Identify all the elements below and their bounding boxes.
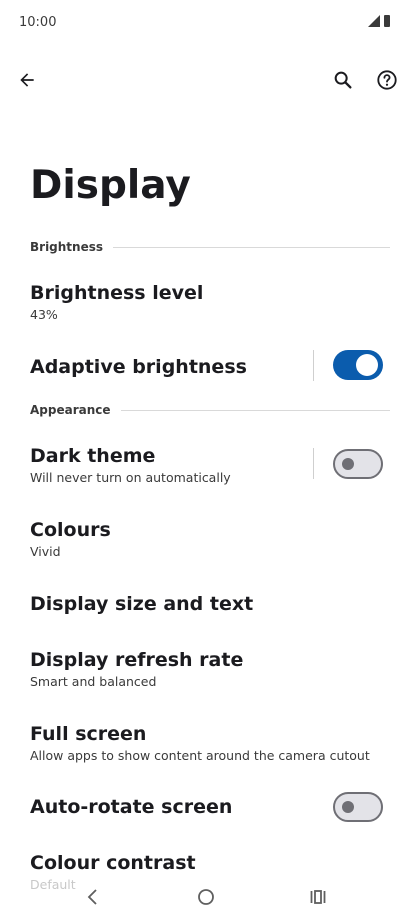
section-header-brightness: Brightness xyxy=(30,239,390,255)
nav-back-button[interactable] xyxy=(73,884,113,910)
recents-icon xyxy=(310,890,326,904)
setting-title: Brightness level xyxy=(30,282,204,304)
row-divider xyxy=(313,350,314,381)
setting-brightness-level[interactable]: Brightness level 43% xyxy=(0,270,413,330)
row-divider xyxy=(313,448,314,479)
setting-title: Colours xyxy=(30,519,111,541)
setting-title: Auto-rotate screen xyxy=(30,796,233,818)
help-button[interactable] xyxy=(365,56,409,104)
setting-summary: Will never turn on automatically xyxy=(30,470,231,485)
setting-refresh-rate[interactable]: Display refresh rate Smart and balanced xyxy=(0,637,413,697)
status-bar: 10:00 xyxy=(0,0,413,46)
setting-display-size[interactable]: Display size and text xyxy=(0,580,413,630)
battery-icon xyxy=(384,15,390,27)
section-header-appearance: Appearance xyxy=(30,402,390,418)
setting-full-screen[interactable]: Full screen Allow apps to show content a… xyxy=(0,711,413,771)
top-app-bar xyxy=(0,56,413,104)
search-icon xyxy=(334,71,352,89)
setting-title: Colour contrast xyxy=(30,852,196,874)
status-icons xyxy=(368,15,390,27)
adaptive-brightness-toggle[interactable] xyxy=(333,350,383,380)
setting-dark-theme[interactable]: Dark theme Will never turn on automatica… xyxy=(0,433,413,497)
dark-theme-toggle[interactable] xyxy=(333,449,383,479)
setting-colours[interactable]: Colours Vivid xyxy=(0,507,413,567)
section-label: Brightness xyxy=(30,240,104,254)
nav-home-button[interactable] xyxy=(186,884,226,910)
status-time: 10:00 xyxy=(19,15,57,30)
toggle-thumb xyxy=(342,801,354,813)
setting-adaptive-brightness[interactable]: Adaptive brightness xyxy=(0,340,413,394)
navigation-bar xyxy=(0,878,413,920)
setting-value: Smart and balanced xyxy=(30,674,157,689)
toggle-thumb xyxy=(356,354,378,376)
setting-value: 43% xyxy=(30,307,58,322)
setting-value: Vivid xyxy=(30,544,61,559)
nav-back-icon xyxy=(87,889,97,905)
page-title: Display xyxy=(30,163,191,208)
setting-title: Dark theme xyxy=(30,445,156,467)
home-icon xyxy=(198,889,214,905)
help-icon xyxy=(377,70,397,90)
setting-summary: Allow apps to show content around the ca… xyxy=(30,748,370,763)
setting-title: Adaptive brightness xyxy=(30,356,247,378)
setting-title: Display refresh rate xyxy=(30,649,244,671)
setting-title: Display size and text xyxy=(30,593,254,615)
toggle-thumb xyxy=(342,458,354,470)
auto-rotate-toggle[interactable] xyxy=(333,792,383,822)
nav-recents-button[interactable] xyxy=(298,884,338,910)
search-button[interactable] xyxy=(321,56,365,104)
back-button[interactable] xyxy=(5,56,49,104)
section-divider xyxy=(113,246,390,248)
signal-icon xyxy=(368,15,380,27)
setting-title: Full screen xyxy=(30,723,147,745)
section-label: Appearance xyxy=(30,403,111,417)
setting-auto-rotate[interactable]: Auto-rotate screen xyxy=(0,782,413,834)
back-arrow-icon xyxy=(20,73,34,87)
section-divider xyxy=(120,409,390,411)
